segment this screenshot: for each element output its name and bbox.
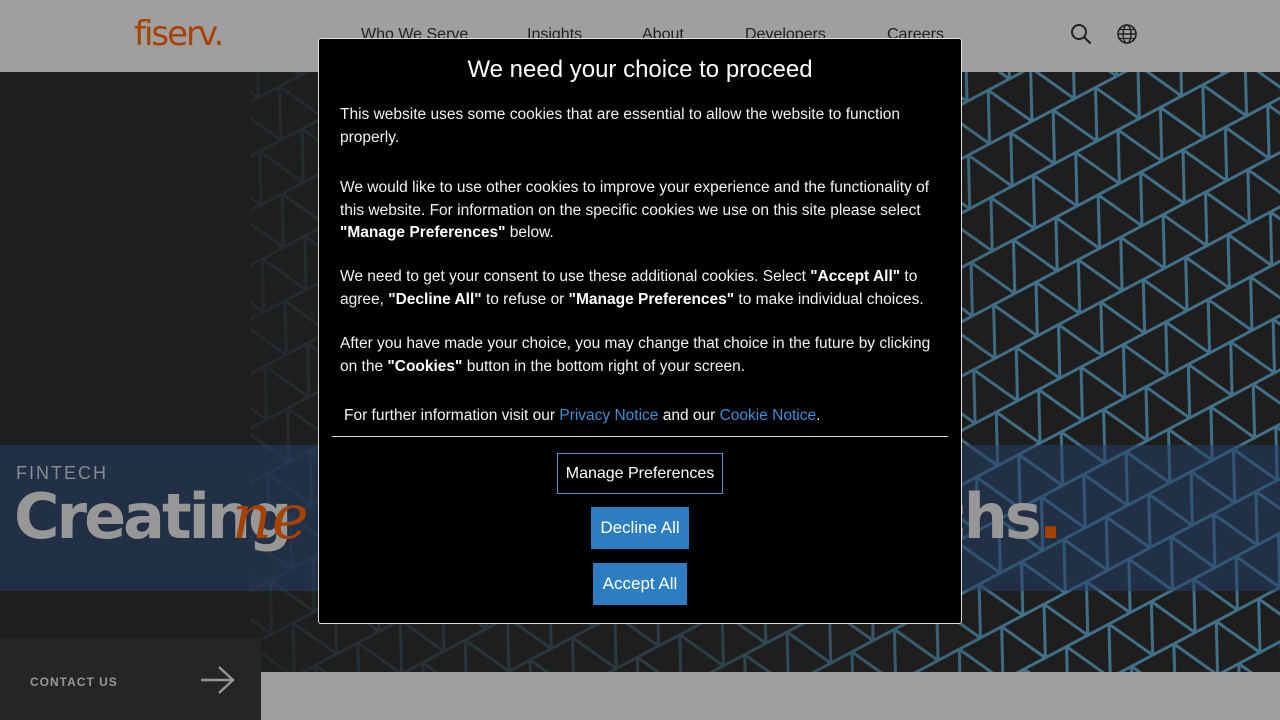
manage-preferences-emphasis: "Manage Preferences": [340, 224, 506, 241]
consent-paragraph-choices: We need to get your consent to use these…: [340, 266, 940, 311]
consent-paragraph-optional-text: We would like to use other cookies to im…: [340, 179, 930, 219]
decline-all-button[interactable]: Decline All: [591, 507, 689, 549]
further-info-text: For further information visit our: [344, 407, 560, 424]
further-info-mid: and our: [658, 407, 720, 424]
accept-all-emphasis: "Accept All": [810, 268, 901, 285]
cookie-consent-dialog: We need your choice to proceed This webs…: [318, 38, 962, 624]
accept-all-button[interactable]: Accept All: [593, 563, 687, 605]
privacy-notice-link[interactable]: Privacy Notice: [559, 407, 658, 424]
consent-paragraph-change-end: button in the bottom right of your scree…: [462, 357, 746, 375]
consent-paragraph-optional: We would like to use other cookies to im…: [340, 177, 940, 245]
cookie-notice-link[interactable]: Cookie Notice: [720, 407, 817, 424]
decline-all-emphasis: "Decline All": [388, 290, 482, 308]
further-info-line: For further information visit our Privac…: [344, 405, 820, 427]
dialog-divider: [332, 436, 948, 437]
manage-preferences-emphasis-2: "Manage Preferences": [568, 290, 735, 308]
manage-preferences-button[interactable]: Manage Preferences: [557, 453, 723, 494]
further-info-end: .: [816, 407, 821, 424]
consent-paragraph-optional-end: below.: [505, 224, 554, 241]
consent-paragraph-change: After you have made your choice, you may…: [340, 333, 940, 378]
consent-paragraph-choices-mid2: to refuse or: [481, 290, 569, 308]
consent-paragraph-choices-end: to make individual choices.: [734, 290, 924, 308]
cookies-emphasis: "Cookies": [387, 357, 463, 375]
consent-paragraph-essential: This website uses some cookies that are …: [340, 106, 901, 146]
consent-paragraph-choices-text: We need to get your consent to use these…: [340, 268, 811, 285]
dialog-title: We need your choice to proceed: [467, 56, 813, 83]
